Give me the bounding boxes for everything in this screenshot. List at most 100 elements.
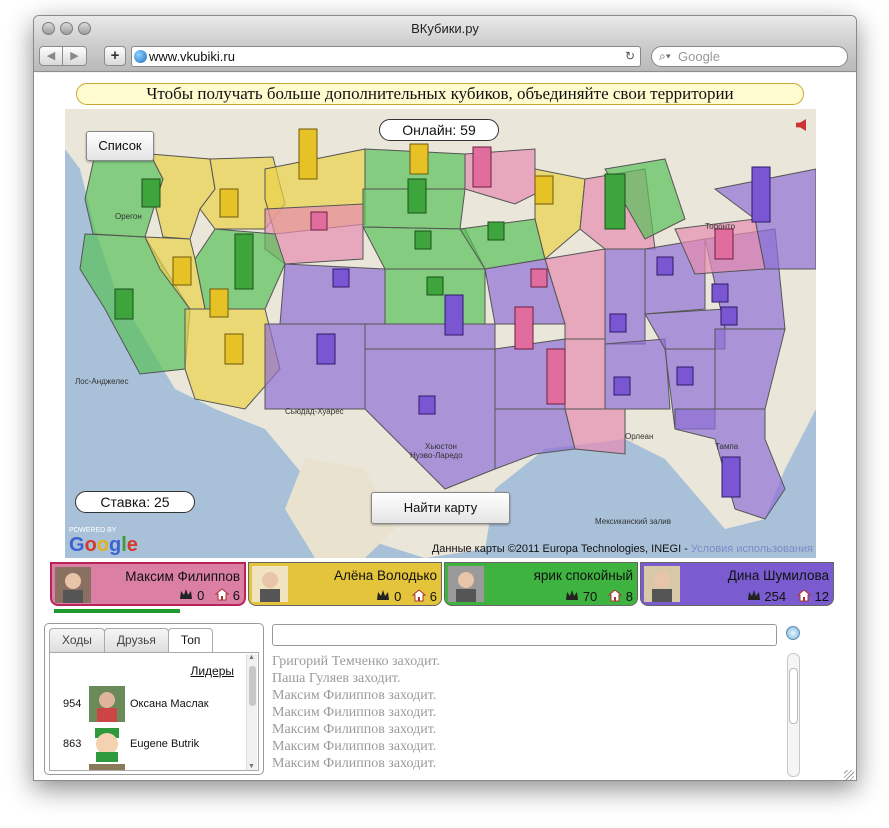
- minimize-window-button[interactable]: [60, 22, 73, 35]
- territory-arkansas[interactable]: [564, 338, 606, 410]
- leaders-link[interactable]: Лидеры: [190, 664, 234, 678]
- dice-stack-pink[interactable]: [714, 228, 734, 260]
- dice-stack-purple[interactable]: [720, 306, 738, 326]
- crown-icon: [566, 590, 579, 600]
- territory-oklahoma-north[interactable]: [364, 323, 496, 350]
- resize-grip[interactable]: [844, 770, 854, 780]
- dice-stack-pink[interactable]: [514, 306, 534, 350]
- player-card[interactable]: Дина Шумилова 254 12: [640, 562, 834, 606]
- google-logo[interactable]: Google: [69, 535, 138, 555]
- address-bar[interactable]: www.vkubiki.ru ↻: [131, 46, 641, 67]
- chat-message: Максим Филиппов заходит.: [272, 705, 437, 720]
- dice-stack-purple[interactable]: [676, 366, 694, 386]
- player-avatar: [55, 567, 91, 603]
- dice-stack-yellow[interactable]: [409, 143, 429, 175]
- scroll-thumb[interactable]: [249, 666, 256, 706]
- dice-stack-green[interactable]: [407, 178, 427, 214]
- houses-count: 6: [232, 588, 240, 603]
- player-card[interactable]: ярик спокойный 70 8: [444, 562, 638, 606]
- search-field[interactable]: ⌕▾ Google: [651, 46, 848, 67]
- dice-stack-purple[interactable]: [332, 268, 350, 288]
- dice-stack-green[interactable]: [426, 276, 444, 296]
- list-button[interactable]: Список: [86, 131, 154, 161]
- leader-name: Eugene Butrik: [130, 738, 200, 750]
- house-icon: [608, 589, 623, 602]
- crown-icon: [377, 590, 390, 600]
- dice-stack-green[interactable]: [234, 233, 254, 290]
- dice-stack-purple[interactable]: [316, 333, 336, 365]
- back-button[interactable]: ◀: [39, 46, 63, 66]
- dice-stack-purple[interactable]: [656, 256, 674, 276]
- emoticon-icon[interactable]: [786, 626, 800, 640]
- chat-message: Паша Гуляев заходит.: [272, 671, 401, 686]
- territory-new-mexico[interactable]: [264, 323, 366, 410]
- chat-scrollbar[interactable]: [787, 653, 800, 777]
- player-avatar: [644, 566, 680, 602]
- dice-stack-purple[interactable]: [609, 313, 627, 333]
- dice-stack-purple[interactable]: [711, 283, 729, 303]
- player-card[interactable]: Алёна Володько 0 6: [248, 562, 442, 606]
- chat-message: Максим Филиппов заходит.: [272, 722, 437, 737]
- dice-stack-purple[interactable]: [721, 456, 741, 498]
- territory-mississippi[interactable]: [604, 338, 671, 410]
- reload-icon[interactable]: ↻: [625, 47, 635, 66]
- dice-stack-purple[interactable]: [613, 376, 631, 396]
- dice-stack-yellow[interactable]: [209, 288, 229, 318]
- page-content: Чтобы получать больше дополнительных куб…: [34, 73, 856, 780]
- tab-top[interactable]: Топ: [167, 628, 214, 653]
- player-name: Алёна Володько: [333, 568, 437, 583]
- dice-stack-pink[interactable]: [472, 146, 492, 188]
- search-placeholder: Google: [678, 49, 720, 64]
- find-map-button[interactable]: Найти карту: [371, 492, 510, 524]
- scroll-down-icon[interactable]: ▼: [248, 763, 255, 770]
- dice-stack-green[interactable]: [141, 178, 161, 208]
- hint-banner: Чтобы получать больше дополнительных куб…: [76, 83, 804, 105]
- leaderboard-scrollbar[interactable]: ▲ ▼: [246, 654, 257, 770]
- terms-link[interactable]: Условия использования: [691, 543, 813, 555]
- chat-message: Максим Филиппов заходит.: [272, 688, 437, 703]
- leaderboard-row[interactable]: 954 Оксана Маслак: [58, 686, 238, 722]
- zoom-window-button[interactable]: [78, 22, 91, 35]
- crown-icon: [180, 589, 193, 599]
- crown-icon: [747, 590, 760, 600]
- dice-stack-purple[interactable]: [444, 294, 464, 336]
- svg-text:Сьюдад-Хуарес: Сьюдад-Хуарес: [285, 407, 344, 416]
- dice-stack-purple[interactable]: [418, 395, 436, 415]
- tab-friends[interactable]: Друзья: [103, 628, 169, 652]
- svg-text:Орлеан: Орлеан: [625, 432, 653, 441]
- dice-stack-yellow[interactable]: [219, 188, 239, 218]
- copyright-text: Данные карты ©2011 Europa Technologies, …: [431, 543, 691, 555]
- dice-stack-pink[interactable]: [530, 268, 548, 288]
- leader-avatar-partial: [89, 764, 125, 770]
- add-bookmark-button[interactable]: +: [104, 46, 126, 66]
- leaderboard-row[interactable]: 863 Eugene Butrik: [58, 726, 238, 762]
- dice-stack-yellow[interactable]: [224, 333, 244, 365]
- dice-stack-purple[interactable]: [751, 166, 771, 223]
- url-text: www.vkubiki.ru: [149, 49, 235, 64]
- dice-stack-green[interactable]: [487, 221, 505, 241]
- dice-stack-green[interactable]: [414, 230, 432, 250]
- chat-scroll-thumb[interactable]: [789, 668, 798, 724]
- svg-text:Торонто: Торонто: [705, 222, 736, 231]
- scroll-up-icon[interactable]: ▲: [248, 654, 255, 661]
- tab-moves[interactable]: Ходы: [49, 628, 105, 652]
- house-icon: [412, 589, 427, 602]
- title-bar: ВКубики.ру: [34, 16, 856, 42]
- player-card[interactable]: Максим Филиппов 0 6: [50, 562, 246, 606]
- dice-stack-pink[interactable]: [546, 348, 566, 405]
- dice-stack-yellow[interactable]: [534, 175, 554, 205]
- close-window-button[interactable]: [42, 22, 55, 35]
- player-name: ярик спокойный: [533, 568, 633, 583]
- chat-input[interactable]: [272, 624, 777, 646]
- svg-text:Хьюстон: Хьюстон: [425, 442, 457, 451]
- game-map[interactable]: Орегон Лос-Анджелес Сьюдад-Хуарес Нуэво-…: [65, 109, 816, 558]
- dice-stack-yellow[interactable]: [172, 256, 192, 286]
- svg-text:Орегон: Орегон: [115, 212, 142, 221]
- dice-stack-pink[interactable]: [310, 211, 328, 231]
- dice-stack-green[interactable]: [114, 288, 134, 320]
- dice-stack-green[interactable]: [604, 173, 626, 230]
- dice-stack-yellow[interactable]: [298, 128, 318, 180]
- player-avatar: [252, 566, 288, 602]
- player-name: Дина Шумилова: [727, 568, 829, 583]
- forward-button[interactable]: ▶: [63, 46, 87, 66]
